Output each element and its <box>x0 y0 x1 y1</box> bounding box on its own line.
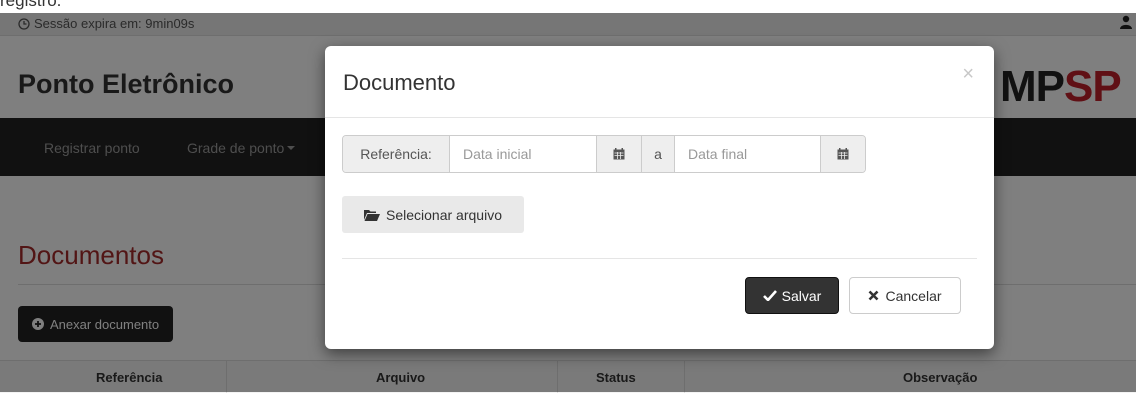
modal-footer-divider <box>342 258 977 259</box>
cancel-button[interactable]: Cancelar <box>849 277 961 314</box>
page-caption: registro. <box>0 0 62 10</box>
reference-date-range: Referência: Data inicial a Data final <box>342 135 866 173</box>
calendar-icon[interactable] <box>820 136 865 172</box>
end-date-input[interactable]: Data final <box>674 136 820 172</box>
select-file-label: Selecionar arquivo <box>386 206 502 223</box>
calendar-icon[interactable] <box>596 136 641 172</box>
check-icon <box>762 290 777 301</box>
save-label: Salvar <box>781 287 822 304</box>
select-file-button[interactable]: Selecionar arquivo <box>342 196 524 233</box>
start-date-input[interactable]: Data inicial <box>449 136 596 172</box>
modal-title: Documento <box>343 70 456 95</box>
document-modal: Documento × Referência: Data inicial a D… <box>325 46 994 349</box>
close-icon[interactable]: × <box>962 64 974 84</box>
times-icon <box>868 290 879 301</box>
range-separator: a <box>641 136 674 172</box>
cancel-label: Cancelar <box>885 287 942 304</box>
modal-header-divider <box>325 117 994 118</box>
reference-label: Referência: <box>343 136 449 172</box>
folder-open-icon <box>364 209 381 221</box>
save-button[interactable]: Salvar <box>745 277 839 314</box>
